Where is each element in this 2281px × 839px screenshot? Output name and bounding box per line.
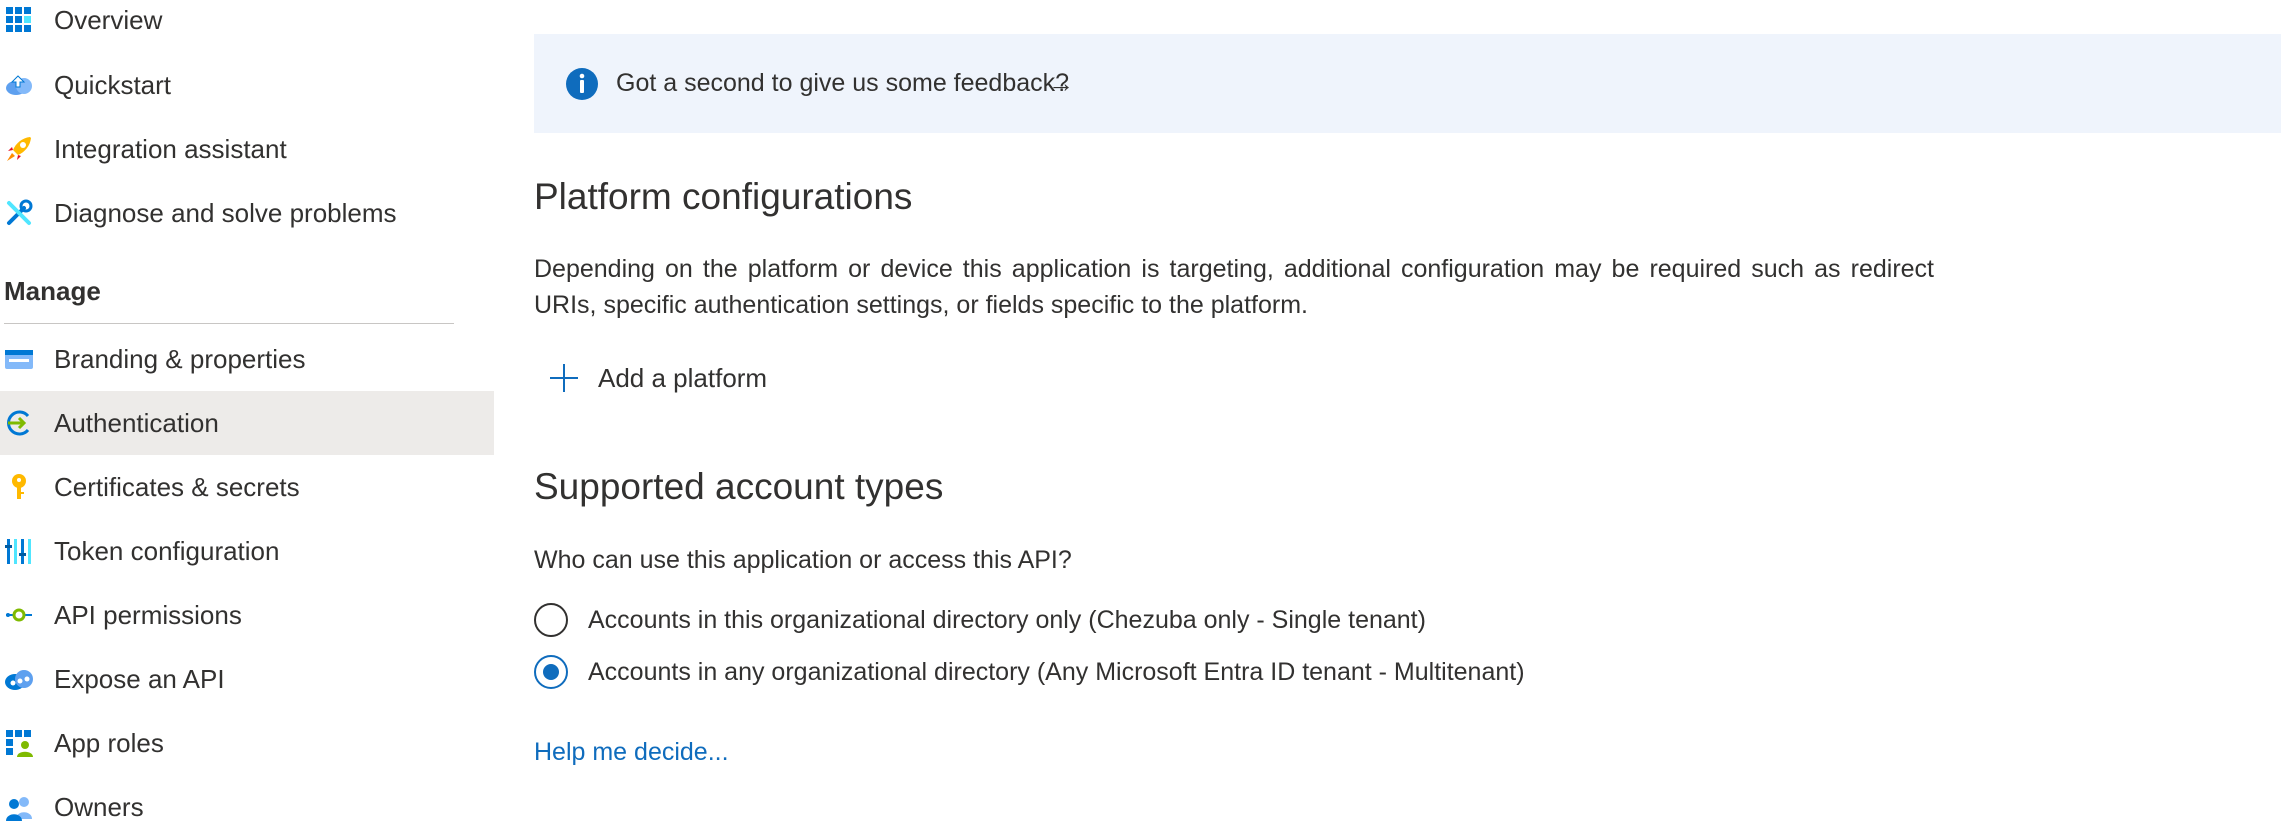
add-platform-label: Add a platform	[598, 362, 768, 393]
sidebar-nav: Overview Quickstart Integration assistan…	[0, 0, 494, 824]
sidebar-item-label: App roles	[54, 727, 164, 758]
sidebar-item-integration-assistant[interactable]: Integration assistant	[0, 117, 494, 181]
info-icon	[566, 68, 598, 100]
sidebar-item-label: Token configuration	[54, 535, 280, 566]
sidebar-item-label: Quickstart	[54, 69, 172, 100]
sidebar-item-branding[interactable]: Branding & properties	[0, 327, 494, 391]
manage-section-header: Manage	[4, 276, 101, 306]
help-me-decide-link[interactable]: Help me decide...	[534, 738, 729, 767]
radio-multitenant[interactable]	[534, 655, 568, 689]
token-bars-icon	[4, 536, 34, 566]
feedback-text[interactable]: Got a second to give us some feedback?	[616, 69, 1069, 98]
plus-icon	[550, 364, 578, 392]
account-type-option-single-tenant[interactable]: Accounts in this organizational director…	[534, 600, 1426, 640]
wrench-icon	[4, 198, 34, 228]
expose-api-cloud-icon	[4, 664, 34, 694]
key-icon	[4, 472, 34, 502]
sidebar-item-label: Overview	[54, 4, 163, 35]
rocket-icon	[4, 134, 34, 164]
sidebar-item-label: API permissions	[54, 599, 242, 630]
add-platform-button[interactable]: Add a platform	[548, 360, 767, 396]
owners-icon	[4, 792, 34, 822]
radio-label: Accounts in any organizational directory…	[588, 657, 1525, 686]
radio-single-tenant[interactable]	[534, 603, 568, 637]
sidebar-item-expose-api[interactable]: Expose an API	[0, 647, 494, 711]
platform-configurations-heading: Platform configurations	[534, 176, 913, 217]
sidebar-item-quickstart[interactable]: Quickstart	[0, 53, 494, 117]
arrow-right-icon[interactable]: →	[1048, 68, 1074, 99]
sidebar-item-label: Authentication	[54, 407, 219, 438]
overview-grid-icon	[4, 5, 34, 35]
sidebar-item-token-configuration[interactable]: Token configuration	[0, 519, 494, 583]
feedback-banner[interactable]: Got a second to give us some feedback? →	[534, 34, 2281, 133]
radio-label: Accounts in this organizational director…	[588, 605, 1426, 634]
sidebar-item-certificates[interactable]: Certificates & secrets	[0, 455, 494, 519]
api-permissions-icon	[4, 600, 34, 630]
sidebar-item-diagnose[interactable]: Diagnose and solve problems	[0, 181, 494, 245]
sidebar-item-label: Owners	[54, 791, 144, 822]
sidebar-item-label: Integration assistant	[54, 133, 287, 164]
supported-account-types-heading: Supported account types	[534, 466, 944, 507]
account-type-option-multitenant[interactable]: Accounts in any organizational directory…	[534, 652, 1525, 692]
authentication-icon	[4, 408, 34, 438]
sidebar-item-label: Certificates & secrets	[54, 471, 300, 502]
sidebar-item-label: Expose an API	[54, 663, 225, 694]
sidebar-item-label: Diagnose and solve problems	[54, 197, 397, 228]
section-divider	[4, 323, 454, 324]
sidebar-item-app-roles[interactable]: App roles	[0, 711, 494, 775]
sidebar-item-overview[interactable]: Overview	[0, 0, 494, 52]
platform-description: Depending on the platform or device this…	[534, 255, 1934, 319]
sidebar-item-owners[interactable]: Owners	[0, 775, 494, 839]
sidebar-item-authentication[interactable]: Authentication	[0, 391, 494, 455]
sidebar-item-label: Branding & properties	[54, 343, 306, 374]
branding-card-icon	[4, 344, 34, 374]
quickstart-cloud-icon	[4, 70, 34, 100]
sidebar-item-api-permissions[interactable]: API permissions	[0, 583, 494, 647]
account-types-question: Who can use this application or access t…	[534, 546, 1072, 574]
app-roles-icon	[4, 728, 34, 758]
